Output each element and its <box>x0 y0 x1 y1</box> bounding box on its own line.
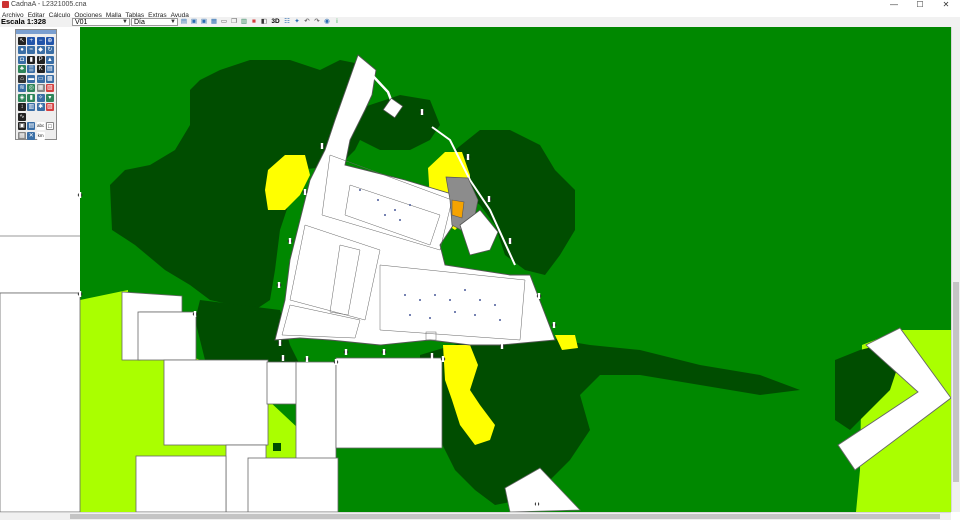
km-icon[interactable]: km <box>36 131 45 140</box>
frame-icon[interactable]: □ <box>45 122 54 131</box>
scale-label: Escala 1:328 <box>1 17 47 26</box>
minimize-button[interactable]: — <box>882 0 906 9</box>
variant-select[interactable]: V01 ▼ <box>72 18 130 26</box>
close-button[interactable]: ✕ <box>934 0 958 9</box>
k-icon[interactable]: K <box>36 65 45 74</box>
horizontal-scroll-thumb[interactable] <box>70 514 940 519</box>
zoom-out-icon[interactable]: − <box>36 37 45 45</box>
road-icon[interactable]: ▤ <box>45 65 54 74</box>
period-value: Día <box>134 19 145 26</box>
app-icon <box>2 1 9 8</box>
maximize-button[interactable]: ☐ <box>908 0 932 9</box>
toolbar-icons: ▤ ▣ ▣ ▦ ▭ ❐ ▥ ■ ◧ 3D ☷ ✦ ↶ ↷ ◉ i <box>180 18 341 26</box>
grid-color-icon[interactable]: ■ <box>250 18 258 26</box>
terrain-icon[interactable]: ▩ <box>45 74 54 83</box>
polygon-icon[interactable]: ▾ <box>45 93 54 102</box>
redo-icon[interactable]: ↷ <box>313 18 321 26</box>
palette-caption[interactable] <box>16 30 56 34</box>
noise-map-icon[interactable]: ◧ <box>260 18 268 26</box>
barrier-icon[interactable]: ▬ <box>27 74 36 83</box>
eye-icon[interactable]: ◉ <box>323 18 331 26</box>
bridge-icon[interactable]: ▭ <box>36 74 45 83</box>
chevron-down-icon: ▼ <box>170 19 176 25</box>
dark-receiver-square <box>273 443 281 451</box>
tool-palette: ↖ + − ⊕ ● ≈ ◆ ↻ ◘ ▮ P ▲ ♣ ▒ K ▤ ⌂ ▬ ▭ ▩ ≋ ◎ ▦ ▧ ◈ ▮ ✧ ▾ ↕ ▥ ✱ ▨ ∿ ▣ ▤ abc □ ▦… <box>15 29 57 140</box>
vertical-scrollbar[interactable] <box>951 27 960 512</box>
ground-absorption-icon[interactable]: ◈ <box>18 93 26 102</box>
line-source-icon[interactable]: ≈ <box>27 46 36 55</box>
period-select[interactable]: Día ▼ <box>131 18 178 26</box>
menu-bar: Archivo Editar Cálculo Opciones Malla Tablas E… <box>0 9 960 19</box>
zoom-in-icon[interactable]: + <box>27 37 36 45</box>
symbol-icon[interactable]: ✱ <box>36 103 45 112</box>
building-icon[interactable]: ⌂ <box>18 74 26 83</box>
receiver-grid-icon[interactable]: ▦ <box>36 84 45 93</box>
table-icon[interactable]: ☷ <box>283 18 291 26</box>
print-icon[interactable]: ▭ <box>220 18 228 26</box>
save-as-icon[interactable]: ▣ <box>200 18 208 26</box>
point-source-icon[interactable]: ● <box>18 46 26 55</box>
copy-icon[interactable]: ❐ <box>230 18 238 26</box>
export-icon[interactable]: ▦ <box>210 18 218 26</box>
dimension-icon[interactable]: ↕ <box>18 103 26 112</box>
orange-building <box>451 199 465 219</box>
train-icon[interactable]: ▮ <box>27 55 36 64</box>
blank-tool-a[interactable] <box>27 112 36 121</box>
rotate-icon[interactable]: ↻ <box>45 46 54 55</box>
text-abc-icon[interactable]: abc <box>36 122 45 131</box>
variant-value: V01 <box>75 19 88 26</box>
area-source-icon[interactable]: ◆ <box>36 46 45 55</box>
calculator-icon[interactable]: ▥ <box>240 18 248 26</box>
contour-icon[interactable]: ≋ <box>18 84 26 93</box>
hatch-icon[interactable]: ▥ <box>27 103 36 112</box>
vegetation-icon[interactable]: ▒ <box>27 65 36 74</box>
undo-icon[interactable]: ↶ <box>303 18 311 26</box>
receiver-icon[interactable]: ◎ <box>27 84 36 93</box>
save-icon[interactable]: ▣ <box>190 18 198 26</box>
bitmap-icon[interactable]: ▣ <box>18 122 26 131</box>
facade-icon[interactable]: ▧ <box>45 84 54 93</box>
vertical-scroll-thumb[interactable] <box>953 282 959 482</box>
car-road-icon[interactable]: ◘ <box>18 55 26 64</box>
cylinder-icon[interactable]: ▮ <box>27 93 36 102</box>
industry-icon[interactable]: ▲ <box>45 55 54 64</box>
info-icon[interactable]: i <box>333 18 341 26</box>
tree-icon[interactable]: ♣ <box>18 65 26 74</box>
3d-view-icon[interactable]: 3D <box>270 18 281 26</box>
image-icon[interactable]: ▤ <box>27 122 36 131</box>
zoom-extent-icon[interactable]: ⊕ <box>45 37 54 45</box>
window-title: CadnaA - L2321005.cna <box>11 1 87 8</box>
parking-icon[interactable]: P <box>36 55 45 64</box>
pin-icon[interactable]: ✦ <box>293 18 301 26</box>
open-icon[interactable]: ▤ <box>180 18 188 26</box>
chevron-down-icon: ▼ <box>122 19 128 25</box>
title-bar: CadnaA - L2321005.cna — ☐ ✕ <box>0 0 960 9</box>
grid-icon[interactable]: ▦ <box>18 131 26 140</box>
section-icon[interactable]: ▨ <box>45 103 54 112</box>
wind-icon[interactable]: ✧ <box>36 93 45 102</box>
blank-tool-b[interactable] <box>36 112 45 121</box>
noise-map-canvas[interactable] <box>0 27 951 512</box>
blank-tool-c[interactable] <box>45 112 54 121</box>
select-arrow-icon[interactable]: ↖ <box>18 37 26 45</box>
wave-icon[interactable]: ∿ <box>18 112 26 121</box>
measure-icon[interactable]: ✕ <box>27 131 36 140</box>
horizontal-scrollbar[interactable] <box>0 512 951 520</box>
palette-grid: ↖ + − ⊕ ● ≈ ◆ ↻ ◘ ▮ P ▲ ♣ ▒ K ▤ ⌂ ▬ ▭ ▩ ≋ ◎ ▦ ▧ ◈ ▮ ✧ ▾ ↕ ▥ ✱ ▨ ∿ ▣ ▤ abc □ ▦… <box>18 37 54 141</box>
